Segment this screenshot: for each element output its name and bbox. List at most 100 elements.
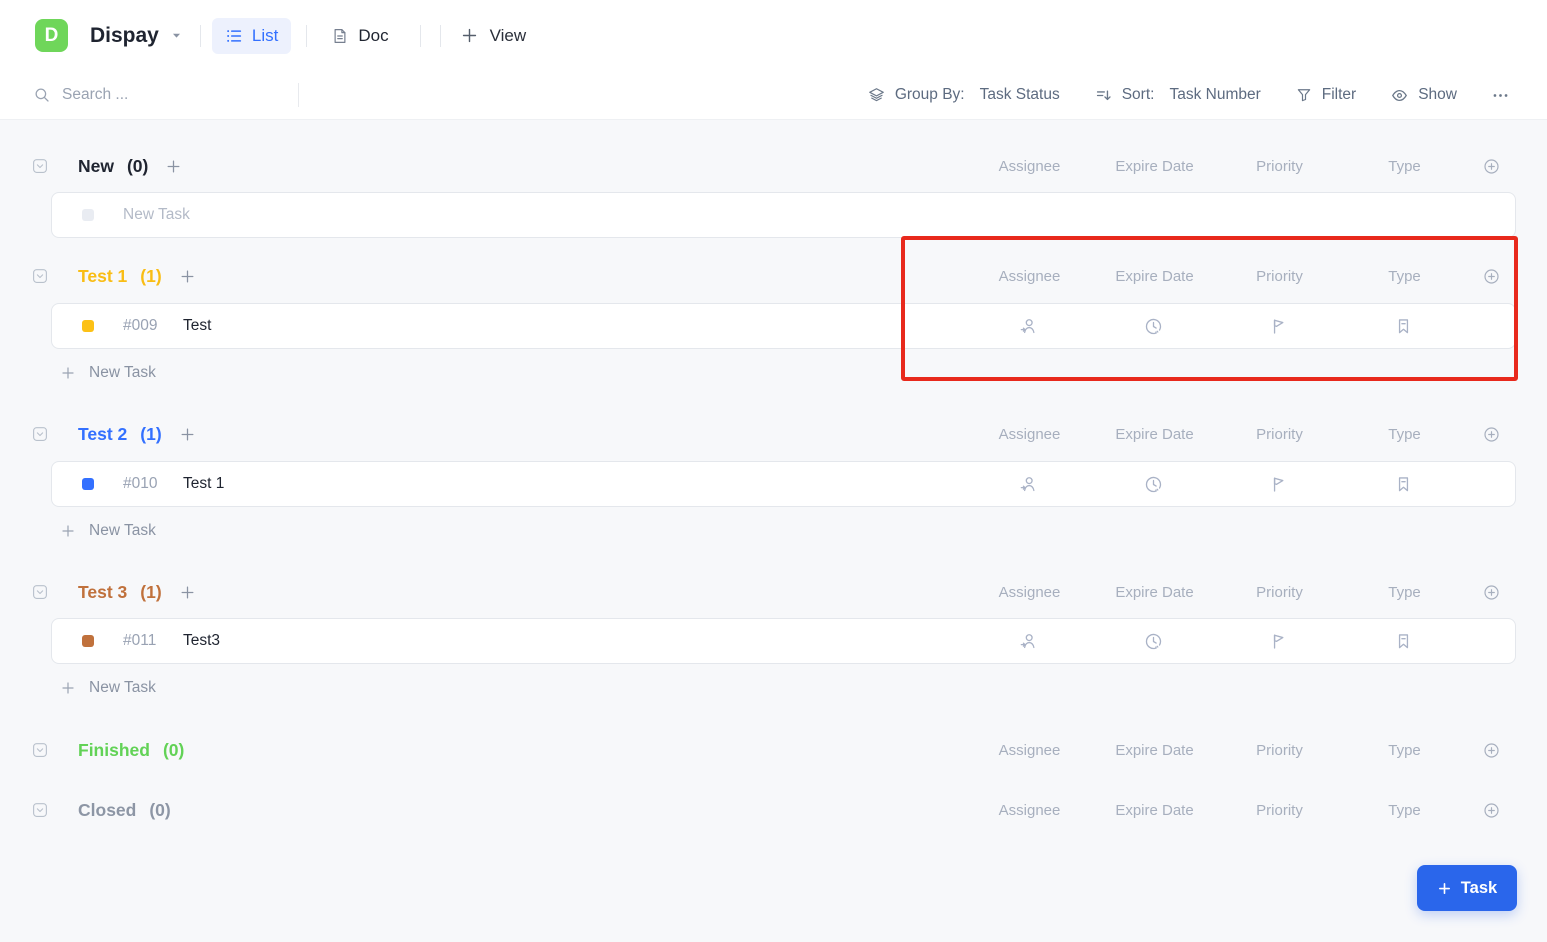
column-header-expire-date[interactable]: Expire Date bbox=[1092, 742, 1217, 759]
view-tools: Group By: Task Status Sort: Task Number … bbox=[867, 86, 1547, 105]
assignee-add-icon[interactable] bbox=[966, 316, 1091, 337]
plus-icon bbox=[60, 523, 76, 539]
new-task-input[interactable]: New Task bbox=[123, 206, 190, 224]
add-task-to-group-icon[interactable] bbox=[179, 584, 196, 601]
add-task-to-group-icon[interactable] bbox=[179, 268, 196, 285]
new-task-button[interactable]: New Task bbox=[60, 679, 156, 697]
type-bookmark-icon[interactable] bbox=[1341, 631, 1466, 652]
add-task-to-group-icon[interactable] bbox=[179, 426, 196, 443]
column-header-priority[interactable]: Priority bbox=[1217, 426, 1342, 443]
search-icon bbox=[33, 86, 51, 104]
show-eye-icon bbox=[1390, 86, 1409, 105]
column-header-priority[interactable]: Priority bbox=[1217, 268, 1342, 285]
collapse-group-icon[interactable] bbox=[31, 425, 49, 443]
project-title[interactable]: Dispay bbox=[90, 24, 159, 48]
type-bookmark-icon[interactable] bbox=[1341, 316, 1466, 337]
column-header-type[interactable]: Type bbox=[1342, 802, 1467, 819]
task-title[interactable]: Test bbox=[183, 317, 211, 335]
column-header-priority[interactable]: Priority bbox=[1217, 802, 1342, 819]
add-task-to-group-icon[interactable] bbox=[165, 158, 182, 175]
group-header-new: New (0) Assignee Expire Date Priority Ty… bbox=[31, 152, 1516, 180]
task-row[interactable]: #009 Test bbox=[51, 303, 1516, 349]
task-title[interactable]: Test 1 bbox=[183, 475, 224, 493]
new-task-input-row[interactable]: New Task bbox=[51, 192, 1516, 238]
expire-date-clock-icon[interactable] bbox=[1091, 474, 1216, 495]
collapse-group-icon[interactable] bbox=[31, 801, 49, 819]
top-bar: D Dispay List Doc View bbox=[0, 0, 1547, 71]
new-task-button[interactable]: New Task bbox=[60, 364, 156, 382]
column-header-type[interactable]: Type bbox=[1342, 426, 1467, 443]
sort-value: Task Number bbox=[1169, 86, 1261, 103]
tab-doc[interactable]: Doc bbox=[318, 18, 401, 54]
add-column-icon[interactable] bbox=[1467, 157, 1516, 176]
group-count: (0) bbox=[126, 155, 149, 176]
column-header-priority[interactable]: Priority bbox=[1217, 158, 1342, 175]
divider bbox=[419, 24, 421, 47]
column-header-type[interactable]: Type bbox=[1342, 742, 1467, 759]
priority-flag-icon[interactable] bbox=[1216, 631, 1341, 652]
search-input[interactable] bbox=[62, 86, 262, 104]
search-box[interactable] bbox=[0, 86, 298, 104]
column-header-assignee[interactable]: Assignee bbox=[967, 426, 1092, 443]
priority-flag-icon[interactable] bbox=[1216, 316, 1341, 337]
more-options-button[interactable] bbox=[1491, 86, 1510, 105]
add-column-icon[interactable] bbox=[1467, 425, 1516, 444]
group-count: (1) bbox=[140, 423, 162, 444]
collapse-group-icon[interactable] bbox=[31, 741, 49, 759]
project-logo[interactable]: D bbox=[35, 19, 68, 52]
add-column-icon[interactable] bbox=[1467, 583, 1516, 602]
collapse-group-icon[interactable] bbox=[31, 267, 49, 285]
collapse-group-icon[interactable] bbox=[31, 583, 49, 601]
column-header-assignee[interactable]: Assignee bbox=[967, 742, 1092, 759]
group-by-layers-icon bbox=[867, 86, 886, 105]
filter-control[interactable]: Filter bbox=[1295, 86, 1356, 104]
column-header-expire-date[interactable]: Expire Date bbox=[1092, 426, 1217, 443]
collapse-group-icon[interactable] bbox=[31, 157, 49, 175]
add-column-icon[interactable] bbox=[1467, 801, 1516, 820]
group-title: New bbox=[78, 155, 114, 176]
column-header-expire-date[interactable]: Expire Date bbox=[1092, 802, 1217, 819]
group-count: (0) bbox=[162, 739, 185, 760]
column-header-assignee[interactable]: Assignee bbox=[967, 802, 1092, 819]
column-header-priority[interactable]: Priority bbox=[1217, 742, 1342, 759]
column-header-assignee[interactable]: Assignee bbox=[967, 584, 1092, 601]
column-header-type[interactable]: Type bbox=[1342, 584, 1467, 601]
column-header-type[interactable]: Type bbox=[1342, 268, 1467, 285]
add-view-button[interactable]: View bbox=[460, 26, 526, 46]
add-column-icon[interactable] bbox=[1467, 267, 1516, 286]
column-header-assignee[interactable]: Assignee bbox=[967, 158, 1092, 175]
task-row-cells bbox=[966, 474, 1515, 495]
group-title: Finished bbox=[78, 739, 150, 760]
divider bbox=[199, 24, 201, 47]
tab-list[interactable]: List bbox=[211, 17, 292, 54]
column-header-expire-date[interactable]: Expire Date bbox=[1092, 158, 1217, 175]
new-task-link-label: New Task bbox=[89, 522, 156, 539]
column-headers: Assignee Expire Date Priority Type bbox=[967, 801, 1516, 820]
task-id: #011 bbox=[123, 632, 157, 649]
add-column-icon[interactable] bbox=[1467, 741, 1516, 760]
priority-flag-icon[interactable] bbox=[1216, 474, 1341, 495]
expire-date-clock-icon[interactable] bbox=[1091, 631, 1216, 652]
new-task-button[interactable]: New Task bbox=[60, 522, 156, 540]
project-dropdown-caret-icon[interactable] bbox=[168, 27, 185, 44]
column-header-expire-date[interactable]: Expire Date bbox=[1092, 584, 1217, 601]
task-row[interactable]: #010 Test 1 bbox=[51, 461, 1516, 507]
type-bookmark-icon[interactable] bbox=[1341, 474, 1466, 495]
assignee-add-icon[interactable] bbox=[966, 631, 1091, 652]
task-title[interactable]: Test3 bbox=[183, 632, 220, 650]
column-header-expire-date[interactable]: Expire Date bbox=[1092, 268, 1217, 285]
group-header-test-2: Test 2 (1) Assignee Expire Date Priority… bbox=[31, 420, 1516, 448]
more-ellipsis-icon bbox=[1491, 86, 1510, 105]
plus-icon bbox=[60, 365, 76, 381]
task-row[interactable]: #011 Test3 bbox=[51, 618, 1516, 664]
assignee-add-icon[interactable] bbox=[966, 474, 1091, 495]
sort-control[interactable]: Sort: Task Number bbox=[1094, 86, 1261, 105]
add-task-button[interactable]: Task bbox=[1417, 865, 1517, 911]
expire-date-clock-icon[interactable] bbox=[1091, 316, 1216, 337]
show-control[interactable]: Show bbox=[1390, 86, 1457, 105]
group-by-control[interactable]: Group By: Task Status bbox=[867, 86, 1060, 105]
task-status-bullet bbox=[82, 320, 94, 332]
column-header-type[interactable]: Type bbox=[1342, 158, 1467, 175]
column-header-assignee[interactable]: Assignee bbox=[967, 268, 1092, 285]
column-header-priority[interactable]: Priority bbox=[1217, 584, 1342, 601]
